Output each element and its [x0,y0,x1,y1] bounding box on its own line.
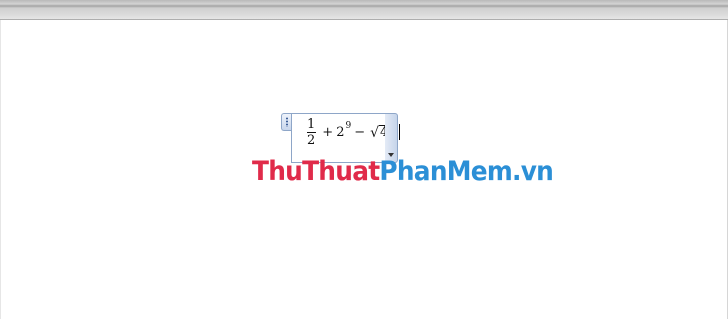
watermark-part1: ThuThuat [252,156,380,187]
minus-operator: − [354,124,366,140]
radical-sign: √ [370,124,380,141]
fraction-denominator: 2 [307,132,316,148]
fraction: 1 2 [306,118,316,147]
watermark-logo: ThuThuatPhanMem.vn [252,156,554,187]
equation-move-handle-icon[interactable] [281,113,291,131]
fraction-numerator: 1 [307,116,316,132]
plus-operator: + [322,124,334,140]
ruler-bar [0,0,728,20]
page-edge-left [0,20,1,319]
text-cursor [398,124,400,140]
power-exponent: 9 [345,121,352,131]
power-base: 2 [336,124,345,140]
watermark-part2: PhanMem.vn [379,156,554,187]
